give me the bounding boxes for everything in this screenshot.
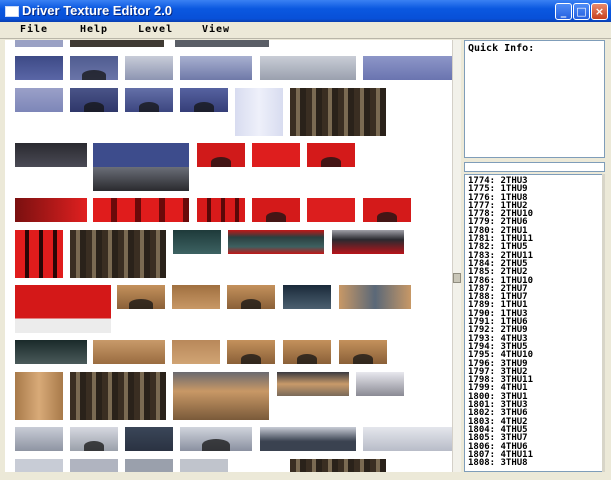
texture-tile[interactable] — [175, 40, 269, 47]
texture-tile[interactable] — [252, 143, 300, 167]
menu-view[interactable]: View — [202, 24, 230, 35]
quick-info-label: Quick Info: — [468, 43, 535, 54]
texture-tile[interactable] — [197, 143, 245, 167]
quick-info-panel: Quick Info: — [464, 40, 605, 158]
texture-tile[interactable] — [70, 56, 118, 80]
texture-tile[interactable] — [283, 285, 331, 309]
minimize-button[interactable]: _ — [555, 3, 572, 20]
texture-tile[interactable] — [15, 56, 63, 80]
texture-tile[interactable] — [307, 198, 355, 222]
texture-tile[interactable] — [70, 427, 118, 451]
texture-tile[interactable] — [363, 198, 411, 222]
texture-tile[interactable] — [307, 143, 355, 167]
texture-list-item[interactable]: 1808: 3THU8 — [468, 458, 533, 467]
texture-tile[interactable] — [283, 340, 331, 364]
texture-tile[interactable] — [15, 372, 63, 420]
texture-tile[interactable] — [93, 340, 165, 364]
texture-tile[interactable] — [15, 198, 87, 222]
texture-tile[interactable] — [290, 88, 386, 136]
texture-tile[interactable] — [339, 285, 411, 309]
texture-tile[interactable] — [172, 340, 220, 364]
title-bar[interactable]: Driver Texture Editor 2.0 _ □ × — [0, 0, 611, 22]
maximize-button[interactable]: □ — [573, 3, 590, 20]
texture-tile[interactable] — [125, 88, 173, 112]
texture-tile[interactable] — [15, 427, 63, 451]
texture-tile[interactable] — [15, 40, 63, 47]
texture-tile[interactable] — [70, 88, 118, 112]
texture-tile[interactable] — [228, 230, 324, 254]
menu-level[interactable]: Level — [138, 24, 173, 35]
menu-file[interactable]: File — [20, 24, 48, 35]
texture-canvas[interactable] — [5, 40, 452, 472]
texture-tile[interactable] — [332, 230, 404, 254]
texture-tile[interactable] — [235, 88, 283, 136]
texture-tile[interactable] — [125, 56, 173, 80]
menu-bar: File Help Level View — [0, 22, 611, 39]
texture-tile[interactable] — [93, 198, 189, 222]
minimize-icon: _ — [560, 5, 567, 18]
texture-tile[interactable] — [260, 56, 356, 80]
texture-tile[interactable] — [117, 285, 165, 309]
texture-tile[interactable] — [15, 230, 63, 278]
texture-tile[interactable] — [180, 56, 252, 80]
texture-tile[interactable] — [93, 143, 189, 191]
texture-tile[interactable] — [197, 198, 245, 222]
texture-tile[interactable] — [277, 372, 349, 396]
texture-tile[interactable] — [363, 56, 452, 80]
texture-tile[interactable] — [227, 340, 275, 364]
scrollbar-thumb[interactable] — [453, 273, 461, 283]
texture-tile[interactable] — [227, 285, 275, 309]
texture-tile[interactable] — [15, 459, 63, 472]
texture-tile[interactable] — [260, 427, 356, 451]
texture-tile[interactable] — [15, 88, 63, 112]
texture-tile[interactable] — [180, 459, 228, 472]
texture-scrollbar[interactable] — [452, 40, 461, 472]
texture-tile[interactable] — [125, 459, 173, 472]
close-icon: × — [594, 5, 605, 18]
texture-tile[interactable] — [290, 459, 386, 472]
texture-tile[interactable] — [125, 427, 173, 451]
texture-tile[interactable] — [15, 285, 111, 333]
texture-tile[interactable] — [15, 143, 87, 167]
menu-help[interactable]: Help — [80, 24, 108, 35]
texture-tile[interactable] — [252, 198, 300, 222]
texture-listbox[interactable]: 1774: 2THU3 1775: 1THU9 1776: 1THU8 1777: 1… — [464, 174, 605, 472]
texture-tile[interactable] — [172, 285, 220, 309]
texture-tile[interactable] — [180, 427, 252, 451]
list-scrollbar[interactable] — [602, 174, 605, 472]
texture-tile[interactable] — [173, 372, 269, 420]
app-icon — [5, 6, 19, 17]
texture-tile[interactable] — [339, 340, 387, 364]
texture-tile[interactable] — [173, 230, 221, 254]
close-button[interactable]: × — [591, 3, 608, 20]
texture-tile[interactable] — [70, 459, 118, 472]
texture-tile[interactable] — [180, 88, 228, 112]
texture-tile[interactable] — [356, 372, 404, 396]
texture-tile[interactable] — [363, 427, 452, 451]
texture-tile[interactable] — [70, 230, 166, 278]
window-title: Driver Texture Editor 2.0 — [22, 3, 173, 18]
texture-tile[interactable] — [70, 372, 166, 420]
texture-list: 1774: 2THU3 1775: 1THU9 1776: 1THU8 1777: 1… — [468, 176, 533, 467]
texture-tile[interactable] — [70, 40, 164, 47]
app-window: Driver Texture Editor 2.0 _ □ × File Hel… — [0, 0, 611, 480]
texture-tile[interactable] — [15, 340, 87, 364]
texture-name-field[interactable] — [464, 162, 605, 172]
maximize-icon: □ — [576, 5, 587, 18]
